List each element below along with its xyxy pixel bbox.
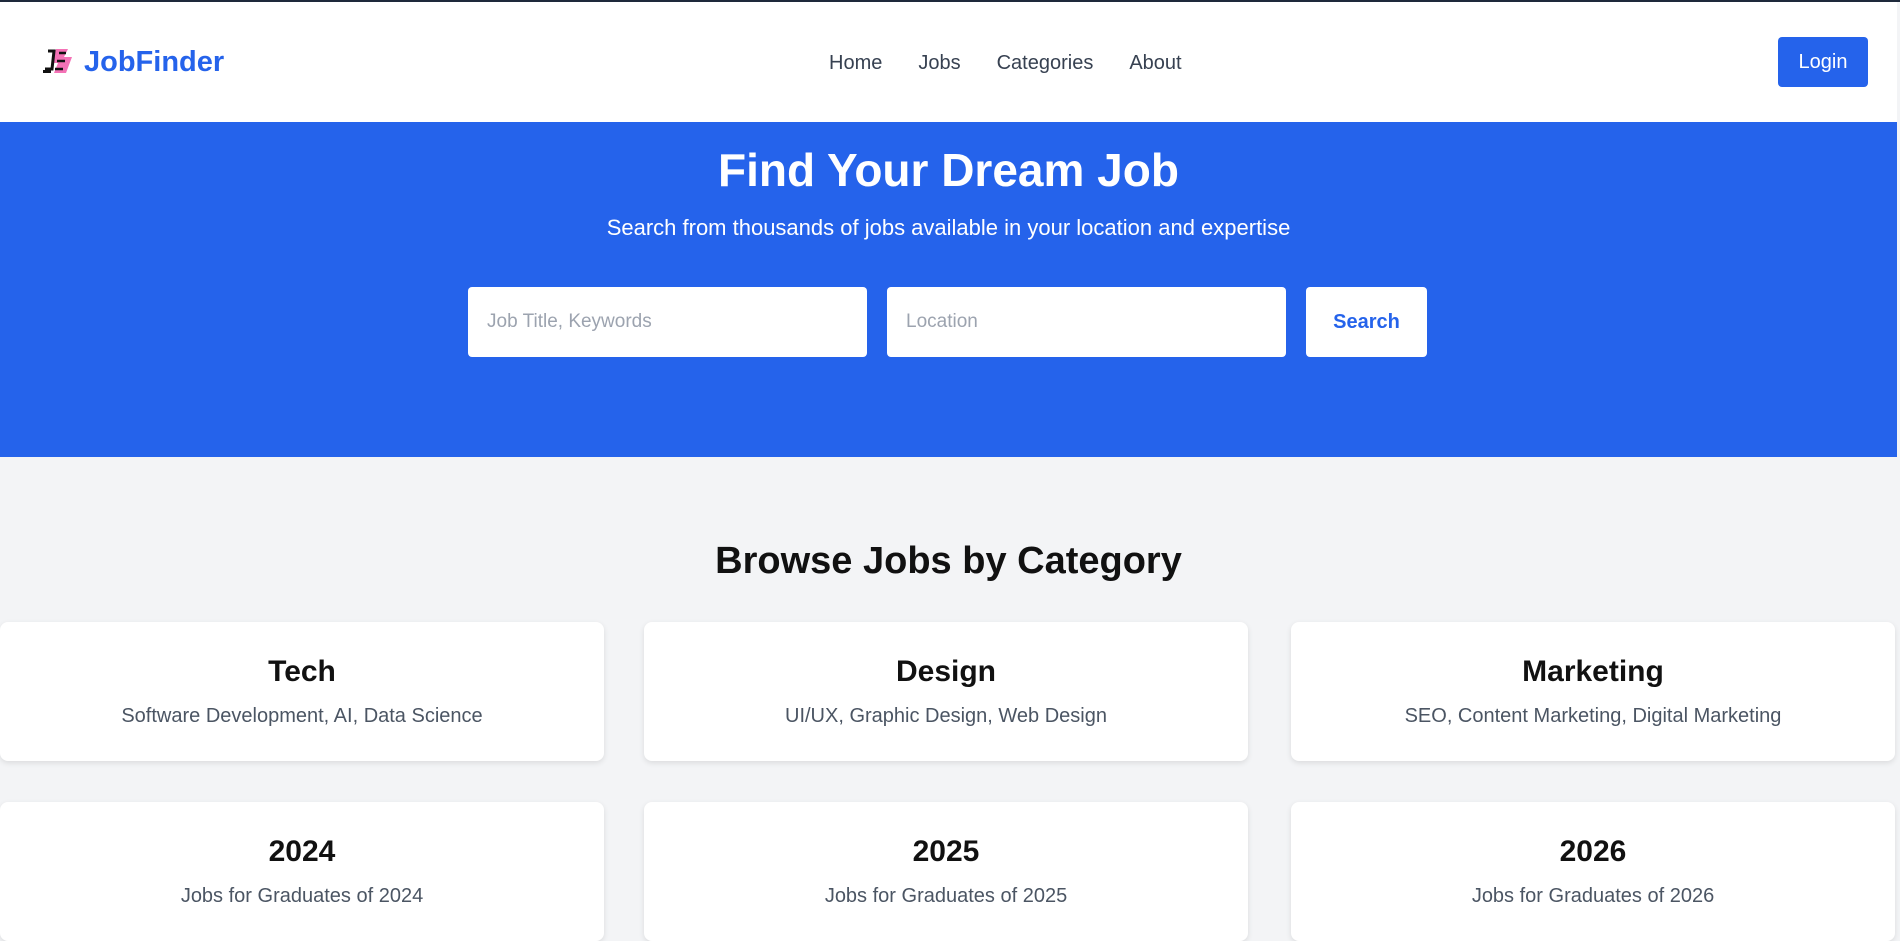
category-card-title: 2025 — [912, 835, 980, 868]
hero-title: Find Your Dream Job — [718, 144, 1179, 196]
category-card-description: Software Development, AI, Data Science — [121, 705, 483, 727]
category-card-description: Jobs for Graduates of 2026 — [1471, 885, 1715, 907]
category-card-title: Design — [895, 655, 997, 688]
nav-about[interactable]: About — [1129, 51, 1181, 75]
category-card-marketing[interactable]: Marketing SEO, Content Marketing, Digita… — [1291, 622, 1895, 761]
site-header: JobFinder Home Jobs Categories About Log… — [0, 2, 1897, 122]
logo-text: JobFinder — [84, 46, 225, 78]
category-card-title: 2026 — [1559, 835, 1627, 868]
js-logo-icon — [42, 47, 74, 77]
main-nav: Home Jobs Categories About — [829, 51, 1182, 75]
job-keywords-input[interactable] — [468, 287, 867, 357]
category-card-title: Tech — [268, 655, 336, 688]
login-button[interactable]: Login — [1778, 37, 1868, 87]
nav-home[interactable]: Home — [829, 51, 882, 75]
category-card-description: UI/UX, Graphic Design, Web Design — [785, 705, 1107, 727]
logo[interactable]: JobFinder — [42, 45, 224, 79]
category-card-description: Jobs for Graduates of 2025 — [824, 885, 1068, 907]
category-card-2026[interactable]: 2026 Jobs for Graduates of 2026 — [1291, 802, 1895, 941]
search-button[interactable]: Search — [1306, 287, 1427, 357]
hero-subtitle: Search from thousands of jobs available … — [606, 215, 1291, 240]
category-card-design[interactable]: Design UI/UX, Graphic Design, Web Design — [644, 622, 1248, 761]
nav-jobs[interactable]: Jobs — [918, 51, 960, 75]
hero-section: Find Your Dream Job Search from thousand… — [0, 122, 1897, 457]
location-input[interactable] — [887, 287, 1286, 357]
category-card-description: SEO, Content Marketing, Digital Marketin… — [1404, 705, 1782, 727]
category-card-description: Jobs for Graduates of 2024 — [180, 885, 424, 907]
category-card-title: 2024 — [268, 835, 336, 868]
category-card-2025[interactable]: 2025 Jobs for Graduates of 2025 — [644, 802, 1248, 941]
nav-categories[interactable]: Categories — [997, 51, 1094, 75]
categories-title: Browse Jobs by Category — [715, 540, 1182, 582]
category-card-2024[interactable]: 2024 Jobs for Graduates of 2024 — [0, 802, 604, 941]
category-card-tech[interactable]: Tech Software Development, AI, Data Scie… — [0, 622, 604, 761]
category-card-title: Marketing — [1522, 655, 1664, 688]
